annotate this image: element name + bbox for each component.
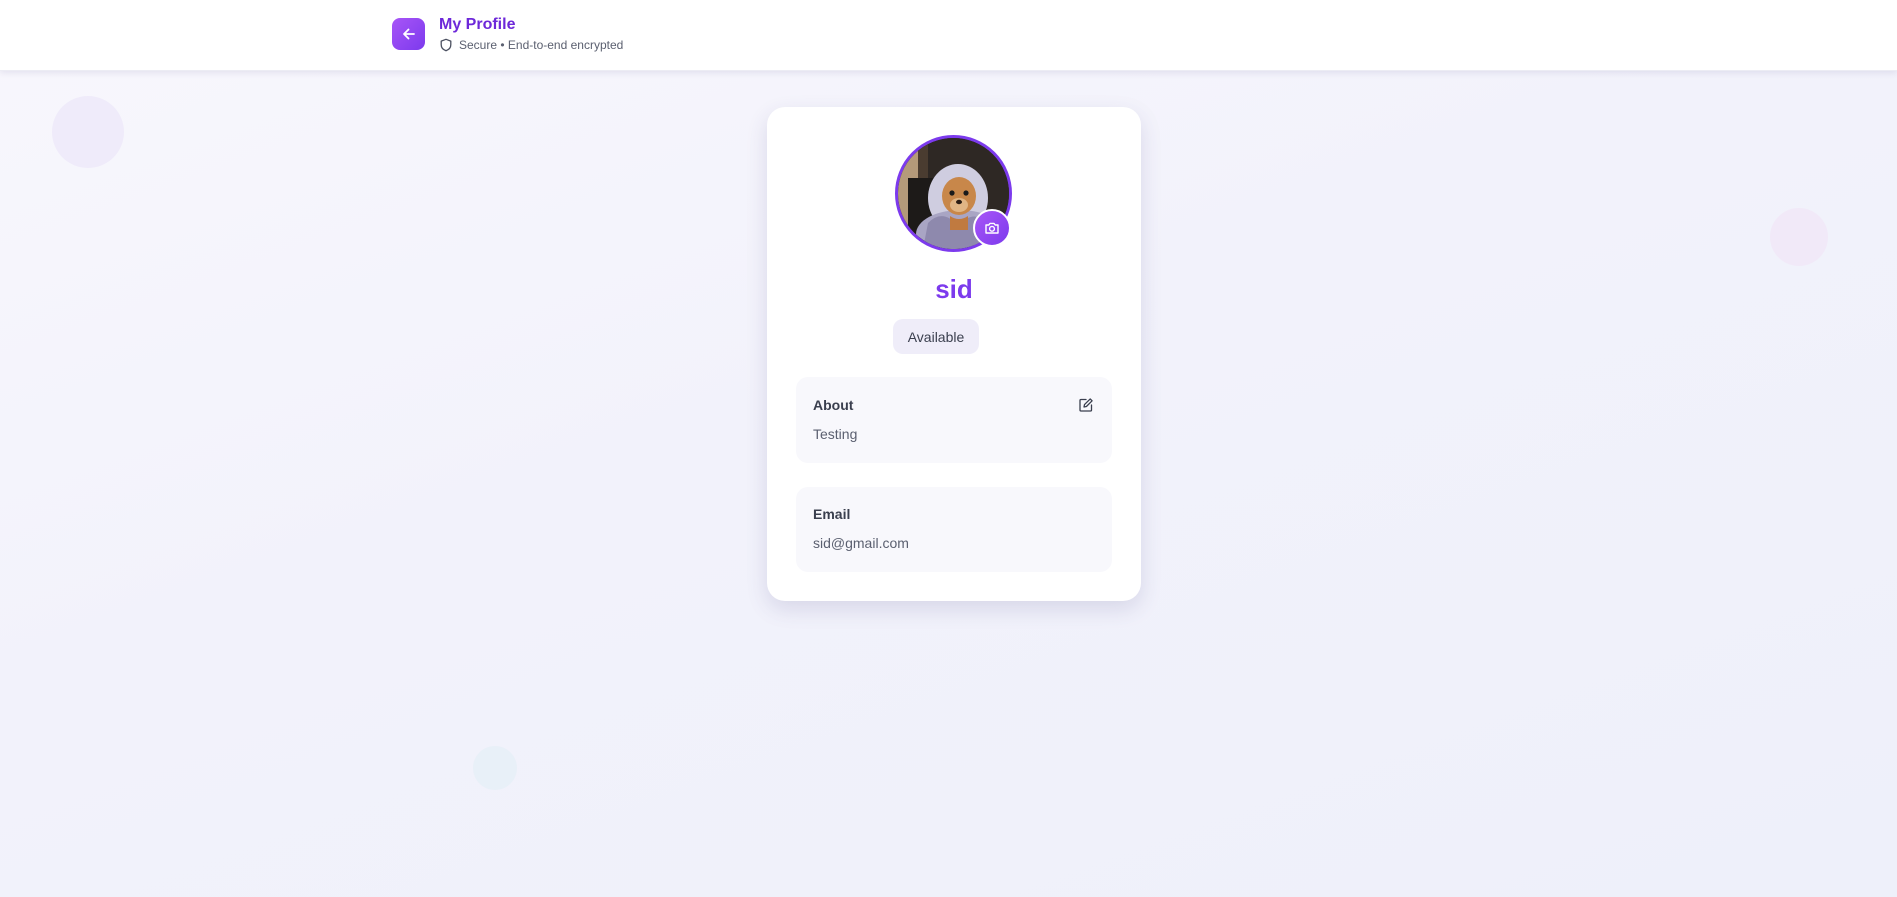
decorative-circle (1770, 208, 1828, 266)
header-title-block: My Profile Secure • End-to-end encrypted (439, 15, 623, 52)
status-badge[interactable]: Available (893, 319, 979, 354)
email-label: Email (813, 506, 851, 522)
shield-icon (440, 38, 452, 52)
top-header: My Profile Secure • End-to-end encrypted (0, 0, 1897, 71)
back-button[interactable] (392, 18, 425, 50)
profile-card: sid Available About Testing Email sid@gm… (767, 107, 1141, 601)
edit-icon[interactable] (1078, 397, 1094, 413)
profile-name: sid (935, 274, 973, 304)
email-section: Email sid@gmail.com (796, 487, 1112, 572)
about-section: About Testing (796, 377, 1112, 463)
security-subtitle: Secure • End-to-end encrypted (459, 38, 624, 52)
about-label: About (813, 397, 854, 413)
about-value: Testing (813, 426, 858, 442)
camera-icon (985, 222, 999, 234)
decorative-circle (52, 96, 124, 168)
email-value: sid@gmail.com (813, 535, 909, 551)
page-title: My Profile (439, 16, 516, 33)
change-photo-button[interactable] (973, 209, 1011, 247)
avatar-container (895, 135, 1012, 252)
decorative-circle (473, 746, 517, 790)
arrow-left-icon (402, 28, 415, 40)
security-status: Secure • End-to-end encrypted (439, 38, 623, 52)
